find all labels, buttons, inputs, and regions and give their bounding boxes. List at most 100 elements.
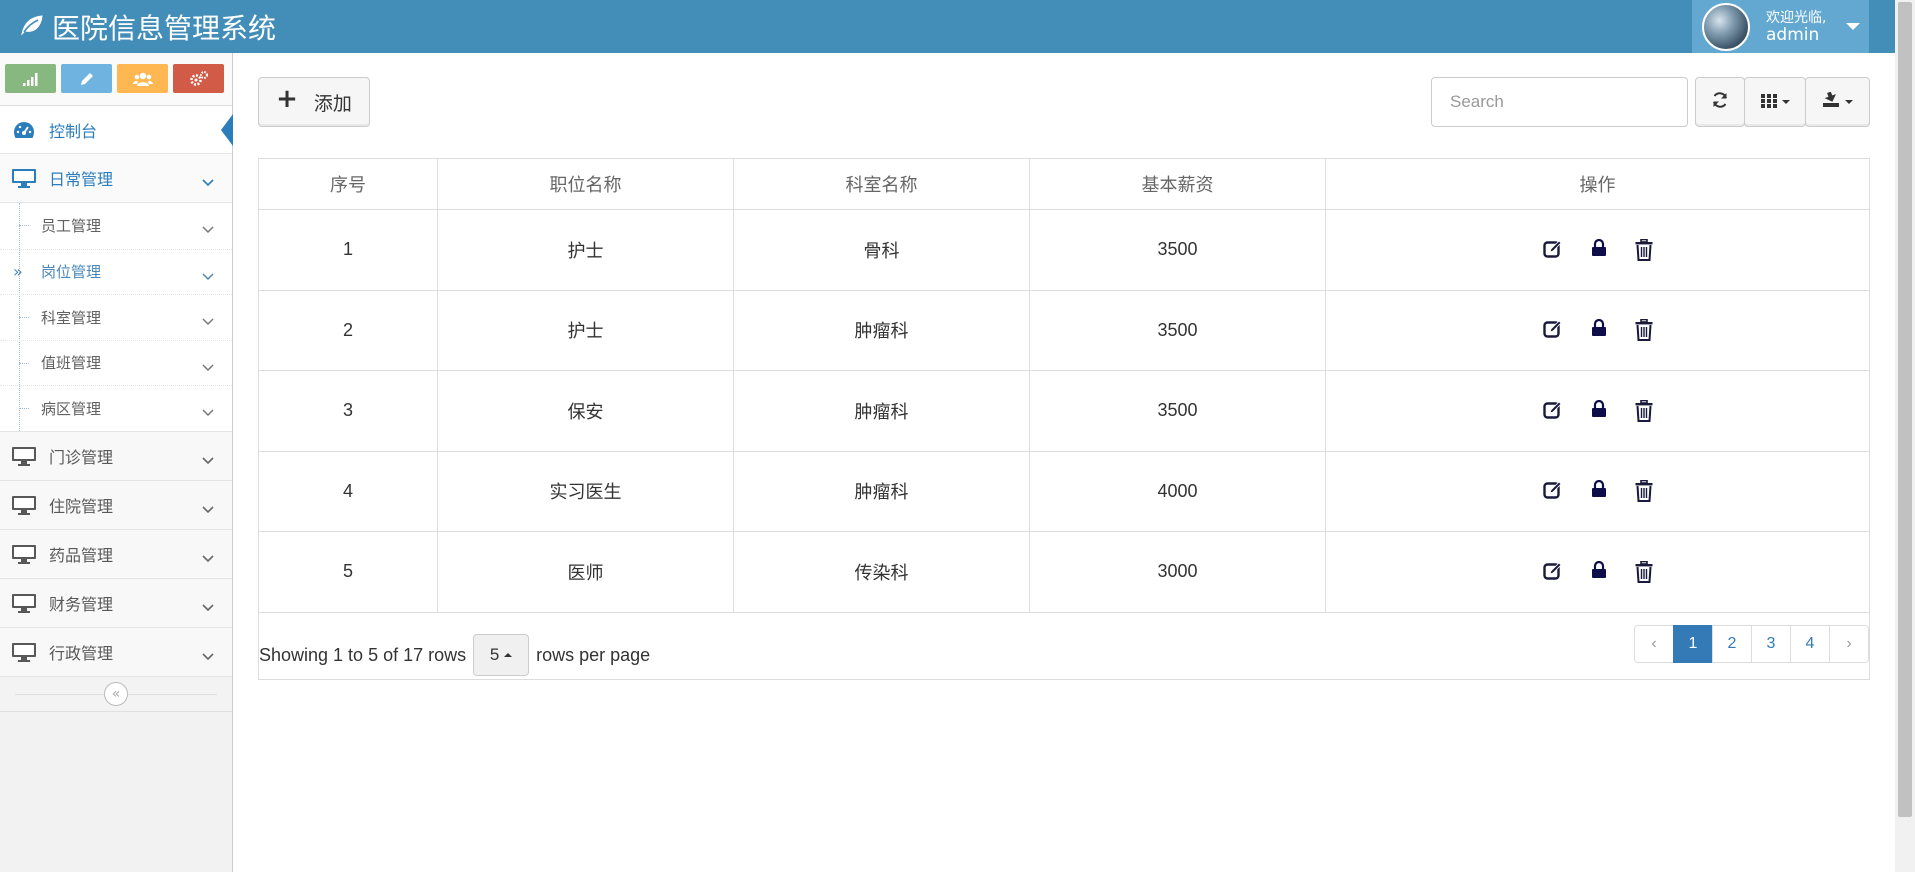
- scroll-thumb[interactable]: [1898, 2, 1912, 817]
- trash-icon[interactable]: [1635, 238, 1653, 261]
- trash-icon[interactable]: [1635, 560, 1653, 583]
- table-footer: Showing 1 to 5 of 17 rows 5 rows per pag…: [258, 610, 1870, 680]
- sidebar-item-employee[interactable]: 员工管理: [0, 203, 232, 249]
- page-size-select[interactable]: 5: [473, 634, 530, 676]
- sidebar-item-dashboard[interactable]: 控制台: [0, 106, 233, 154]
- double-left-icon[interactable]: «: [104, 681, 128, 706]
- table-row: 4 实习医生 肿瘤科 4000: [258, 450, 1870, 532]
- page-button-2[interactable]: 2: [1712, 625, 1752, 663]
- users-icon[interactable]: [117, 64, 168, 93]
- chevron-down-icon: [202, 499, 214, 518]
- chevron-down-icon: [202, 450, 214, 469]
- trash-icon[interactable]: [1635, 319, 1653, 342]
- column-header[interactable]: 序号: [258, 158, 438, 210]
- page-button-1[interactable]: 1: [1673, 625, 1713, 663]
- row-index: 1: [258, 209, 438, 291]
- edit-icon[interactable]: [1542, 319, 1563, 341]
- export-button[interactable]: [1805, 77, 1870, 127]
- brand[interactable]: 医院信息管理系统: [20, 0, 276, 53]
- lock-icon[interactable]: [1591, 319, 1607, 341]
- lock-icon[interactable]: [1591, 238, 1607, 261]
- chevron-down-icon: [202, 172, 214, 191]
- page-scrollbar[interactable]: [1895, 0, 1915, 872]
- prev-page-button[interactable]: ‹: [1634, 625, 1674, 663]
- position-name: 护士: [437, 289, 734, 371]
- positions-table: 序号 职位名称 科室名称 基本薪资 操作 1 护士 骨科 3500 2 护士 肿瘤科 3500…: [258, 158, 1870, 613]
- next-page-button[interactable]: ›: [1829, 625, 1869, 663]
- lock-icon[interactable]: [1591, 560, 1607, 583]
- chevron-down-icon: [202, 267, 214, 285]
- trash-icon[interactable]: [1635, 399, 1653, 422]
- base-salary: 4000: [1029, 450, 1326, 532]
- lock-icon[interactable]: [1591, 480, 1607, 502]
- add-button[interactable]: + 添加: [258, 77, 370, 127]
- pagination: ‹ 1 2 3 4 ›: [1634, 625, 1869, 663]
- sidebar-item-ward[interactable]: 病区管理: [0, 385, 232, 431]
- sidebar-item-admin[interactable]: 行政管理: [0, 627, 232, 677]
- lock-icon[interactable]: [1591, 399, 1607, 422]
- desktop-icon: [11, 446, 37, 466]
- sidebar-item-label: 控制台: [49, 121, 98, 141]
- username: admin: [1766, 24, 1820, 45]
- edit-icon[interactable]: [1542, 239, 1563, 261]
- cogs-icon[interactable]: [173, 64, 224, 93]
- caret-down-icon: [1845, 100, 1853, 104]
- row-index: 2: [258, 289, 438, 371]
- signal-icon[interactable]: [5, 64, 56, 93]
- page-button-3[interactable]: 3: [1751, 625, 1791, 663]
- page-button-4[interactable]: 4: [1790, 625, 1830, 663]
- table-row: 5 医师 传染科 3000: [258, 531, 1870, 613]
- sidebar: 控制台 日常管理 员工管理 » 岗位管理 科室管理 值班管理 病区管理 门诊管理…: [0, 53, 233, 872]
- search-input[interactable]: [1431, 77, 1688, 127]
- desktop-icon: [11, 593, 37, 613]
- row-index: 4: [258, 450, 438, 532]
- sidebar-item-daily[interactable]: 日常管理: [0, 154, 232, 203]
- sidebar-item-department[interactable]: 科室管理: [0, 294, 232, 340]
- refresh-button[interactable]: [1695, 77, 1745, 127]
- sidebar-item-label: 行政管理: [49, 643, 114, 663]
- edit-icon[interactable]: [1542, 480, 1563, 502]
- sidebar-item-outpatient[interactable]: 门诊管理: [0, 431, 232, 481]
- columns-button[interactable]: [1744, 77, 1806, 127]
- chevron-down-icon: [202, 548, 214, 567]
- row-index: 5: [258, 531, 438, 613]
- position-name: 保安: [437, 370, 734, 452]
- sidebar-item-pharmacy[interactable]: 药品管理: [0, 529, 232, 579]
- sidebar-item-inpatient[interactable]: 住院管理: [0, 480, 232, 530]
- pagination-suffix: rows per page: [536, 644, 651, 665]
- desktop-icon: [11, 495, 37, 515]
- base-salary: 3500: [1029, 209, 1326, 291]
- department-name: 肿瘤科: [733, 289, 1030, 371]
- sidebar-item-finance[interactable]: 财务管理: [0, 578, 232, 628]
- table-header-row: 序号 职位名称 科室名称 基本薪资 操作: [258, 158, 1870, 210]
- table-row: 2 护士 肿瘤科 3500: [258, 289, 1870, 371]
- edit-icon[interactable]: [1542, 561, 1563, 583]
- sidebar-item-label: 财务管理: [49, 594, 114, 614]
- column-header[interactable]: 职位名称: [437, 158, 734, 210]
- edit-icon[interactable]: [1542, 400, 1563, 422]
- user-menu[interactable]: 欢迎光临, admin: [1692, 0, 1869, 53]
- table-row: 3 保安 肿瘤科 3500: [258, 370, 1870, 452]
- row-actions: [1325, 370, 1870, 452]
- position-name: 医师: [437, 531, 734, 613]
- desktop-icon: [11, 642, 37, 662]
- caret-up-icon: [504, 653, 513, 657]
- export-icon: [1822, 91, 1840, 112]
- row-actions: [1325, 289, 1870, 371]
- caret-down-icon: [1846, 23, 1861, 30]
- sidebar-item-position[interactable]: » 岗位管理: [0, 248, 232, 295]
- tachometer-icon: [11, 121, 37, 139]
- avatar: [1702, 2, 1750, 51]
- department-name: 骨科: [733, 209, 1030, 291]
- column-header: 操作: [1325, 158, 1870, 210]
- trash-icon[interactable]: [1635, 480, 1653, 503]
- pencil-icon[interactable]: [61, 64, 112, 93]
- welcome-text: 欢迎光临,: [1766, 9, 1827, 26]
- sidebar-item-label: 门诊管理: [49, 447, 114, 467]
- column-header[interactable]: 科室名称: [733, 158, 1030, 210]
- sidebar-item-duty[interactable]: 值班管理: [0, 339, 232, 386]
- row-actions: [1325, 531, 1870, 613]
- column-header[interactable]: 基本薪资: [1029, 158, 1326, 210]
- row-index: 3: [258, 370, 438, 452]
- chevron-down-icon: [202, 403, 214, 421]
